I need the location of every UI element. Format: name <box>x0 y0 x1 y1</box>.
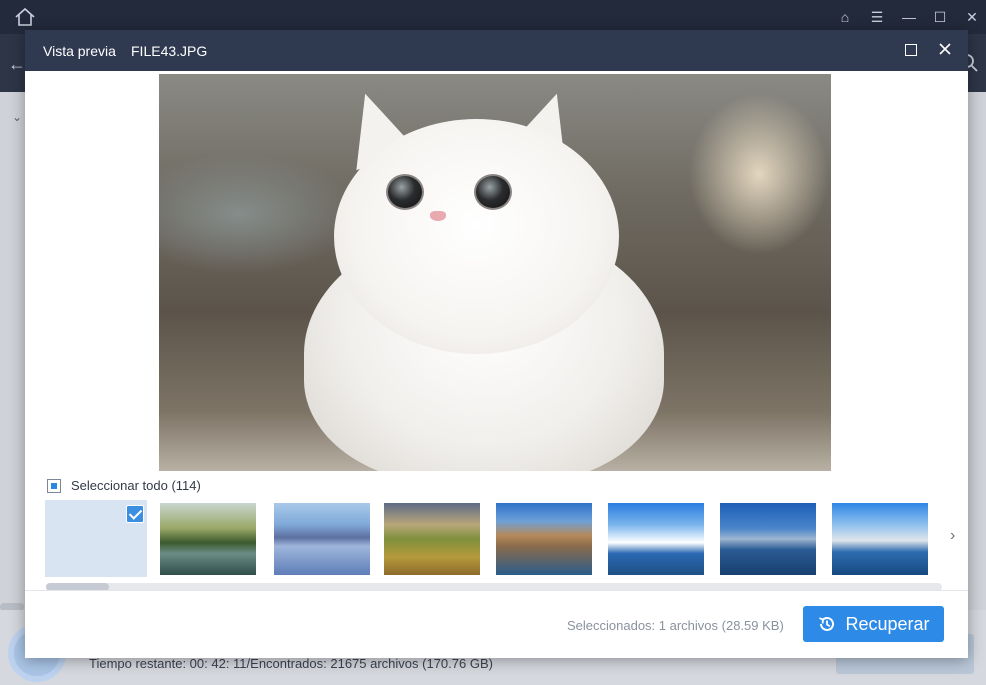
chevron-right-icon[interactable]: › <box>950 527 955 545</box>
app-titlebar: ⌂ ☰ — ☐ ✕ <box>0 0 986 34</box>
thumbnail[interactable] <box>832 503 928 575</box>
maximize-icon[interactable] <box>905 44 917 56</box>
thumbnail[interactable] <box>274 503 370 575</box>
thumbnail[interactable] <box>45 500 147 577</box>
thumbnail-strip <box>45 500 945 580</box>
recover-button-label: Recuperar <box>845 613 930 634</box>
modal-title: Vista previa <box>43 43 116 59</box>
image-preview <box>159 74 831 471</box>
cat-eye-right <box>474 174 512 210</box>
thumbnail[interactable] <box>720 503 816 575</box>
thumbnail[interactable] <box>496 503 592 575</box>
select-all-label: Seleccionar todo (114) <box>71 478 201 493</box>
close-icon[interactable] <box>936 40 954 58</box>
cat-head <box>334 119 619 354</box>
thumbnail[interactable] <box>608 503 704 575</box>
menu-icon[interactable]: ☰ <box>866 6 888 28</box>
chevron-down-icon[interactable]: ⌄ <box>12 110 22 124</box>
thumbnail[interactable] <box>160 503 256 575</box>
maximize-icon[interactable]: ☐ <box>929 6 951 28</box>
account-icon[interactable]: ⌂ <box>834 6 856 28</box>
back-arrow-icon[interactable]: ← <box>8 54 26 75</box>
modal-header: Vista previa FILE43.JPG <box>25 30 968 71</box>
minimize-icon[interactable]: — <box>898 6 920 28</box>
footer-divider <box>25 590 968 591</box>
select-all-control[interactable]: Seleccionar todo (114) <box>47 478 201 493</box>
history-icon <box>819 616 835 631</box>
select-all-checkbox[interactable] <box>47 478 61 493</box>
cat-eye-left <box>386 174 424 210</box>
thumbnail[interactable] <box>384 503 480 575</box>
recover-button[interactable]: Recuperar <box>803 606 944 642</box>
home-icon[interactable] <box>14 7 36 27</box>
preview-modal: Vista previa FILE43.JPG Seleccionar todo… <box>25 30 968 658</box>
selection-summary: Seleccionados: 1 archivos (28.59 KB) <box>567 618 784 633</box>
close-app-icon[interactable]: ✕ <box>961 6 983 28</box>
preview-filename: FILE43.JPG <box>131 43 208 59</box>
cat-nose <box>430 211 446 221</box>
checkmark-icon[interactable] <box>126 505 144 523</box>
